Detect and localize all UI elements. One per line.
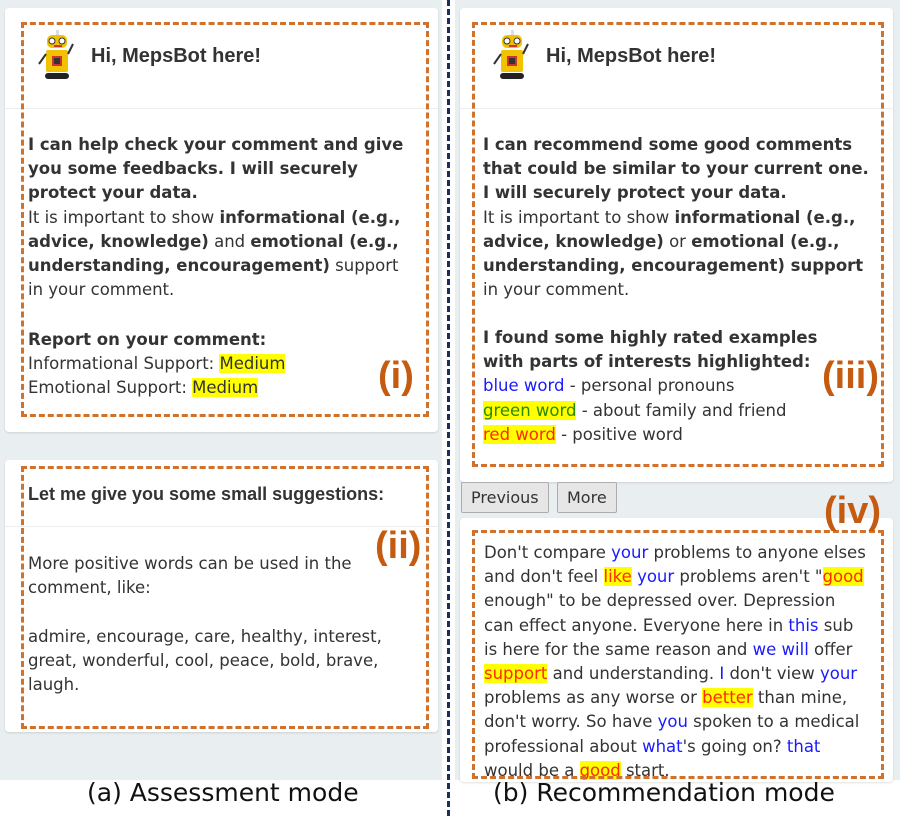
region-iv	[472, 530, 884, 779]
tag-iii: (iii)	[822, 355, 879, 397]
more-button[interactable]: More	[557, 482, 617, 513]
caption-b: (b) Recommendation mode	[493, 778, 835, 807]
divider	[447, 0, 450, 816]
region-ii	[21, 466, 429, 729]
tag-iv: (iv)	[824, 490, 881, 532]
tag-ii: (ii)	[375, 525, 422, 567]
region-iii	[472, 22, 884, 467]
previous-button[interactable]: Previous	[461, 482, 549, 513]
tag-i: (i)	[378, 355, 414, 397]
region-i	[21, 22, 429, 417]
caption-a: (a) Assessment mode	[87, 778, 359, 807]
